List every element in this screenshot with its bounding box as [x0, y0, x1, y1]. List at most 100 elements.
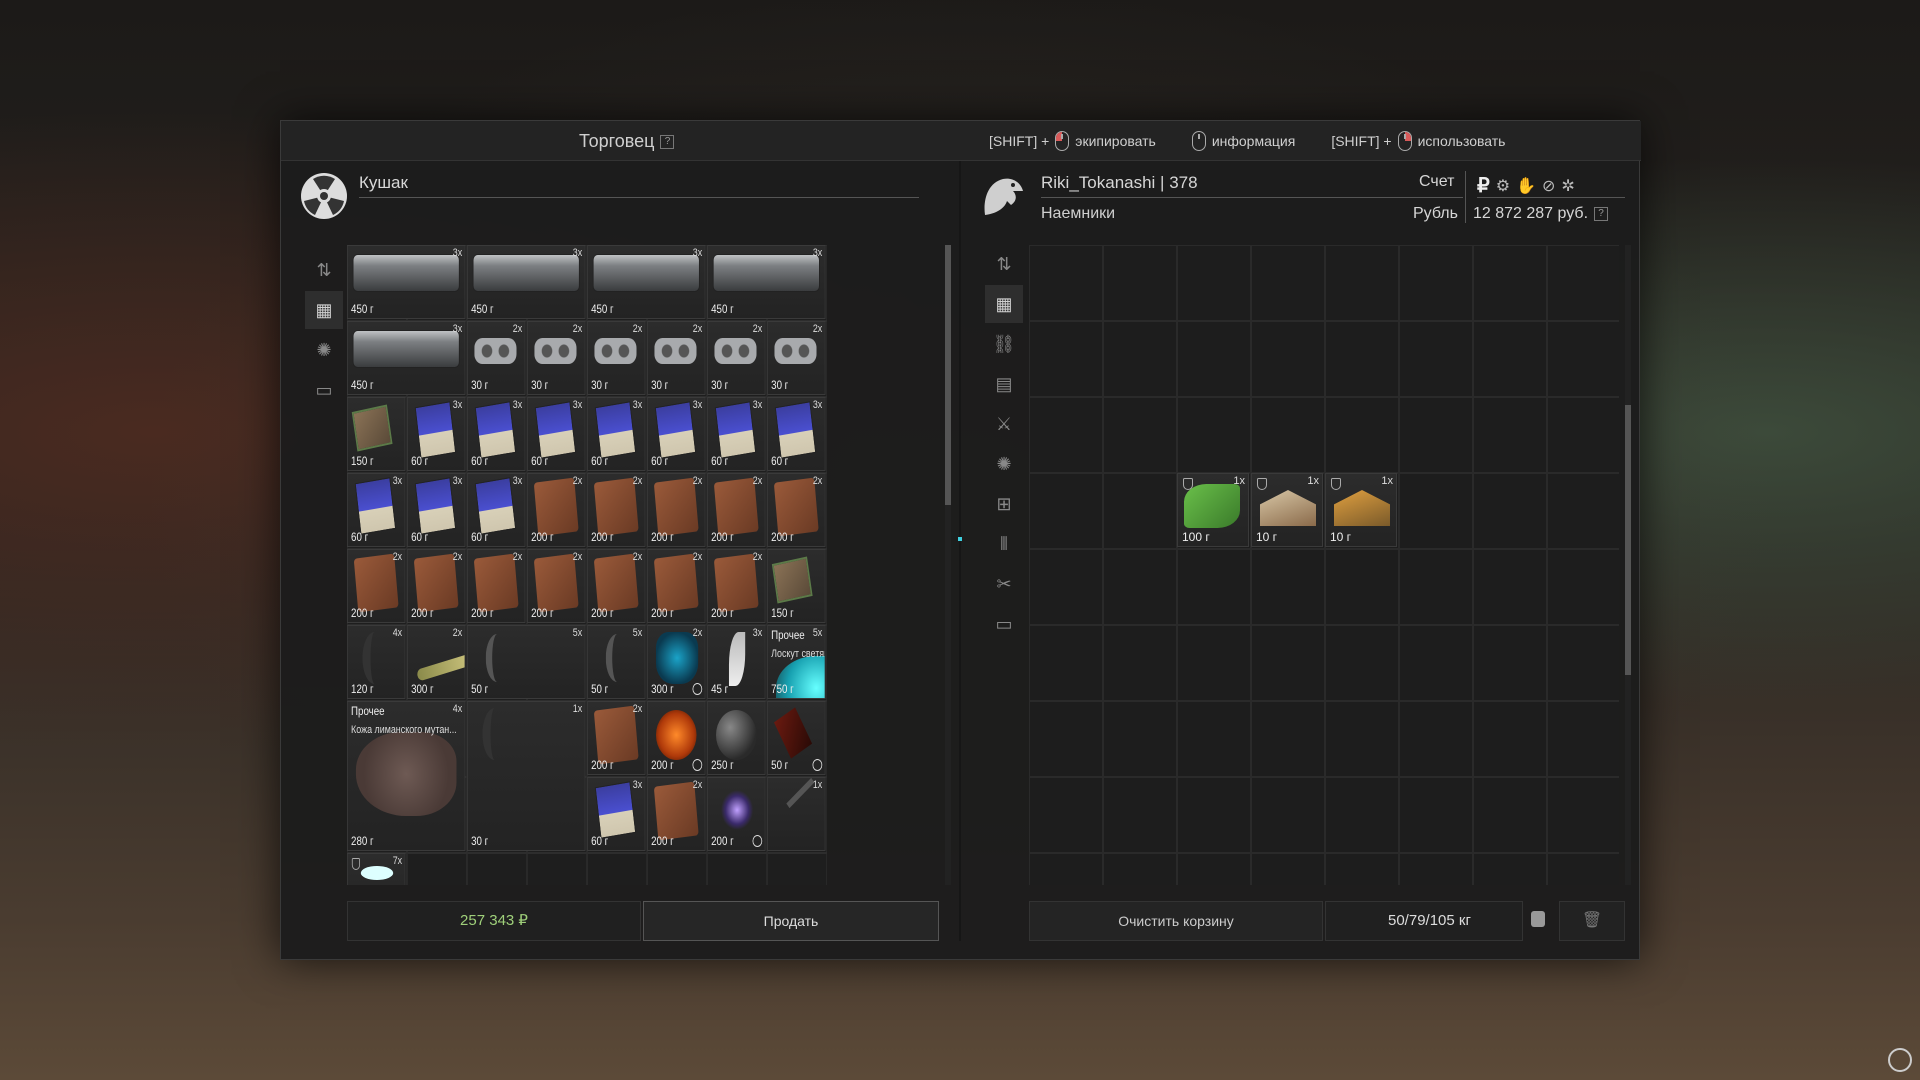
inventory-item[interactable]: 2x 200 г — [707, 549, 766, 623]
inventory-item[interactable]: 3x 45 г — [707, 625, 766, 699]
box-image — [352, 330, 460, 368]
inventory-item[interactable]: 2x 200 г — [527, 549, 586, 623]
clear-cart-button[interactable]: Очистить корзину — [1029, 901, 1323, 941]
inventory-item[interactable]: 150 г — [767, 549, 826, 623]
cart-cell — [1177, 625, 1251, 701]
box-image — [352, 254, 460, 292]
ammo-icon[interactable]: ⦀ — [985, 525, 1023, 563]
white-image — [360, 866, 394, 880]
inventory-item[interactable]: 3x 60 г — [767, 397, 826, 471]
grid-all-icon[interactable]: ▦ — [985, 285, 1023, 323]
balance-help-icon[interactable]: ? — [1594, 206, 1609, 221]
inventory-item[interactable]: 2x 200 г — [407, 549, 466, 623]
item-count: 4x — [452, 703, 463, 715]
inventory-item[interactable]: 200 г — [707, 777, 766, 851]
armor-icon[interactable]: ▤ — [985, 365, 1023, 403]
shield-icon — [1331, 478, 1341, 490]
item-count: 2x — [752, 323, 763, 335]
sort-icon[interactable]: ⇅ — [985, 245, 1023, 283]
medkit-icon[interactable]: ⊞ — [985, 485, 1023, 523]
inventory-item[interactable]: 2x 30 г — [707, 321, 766, 395]
inventory-item[interactable]: 7x — [347, 853, 406, 885]
sell-cart-grid[interactable]: 1x 100 г 1x 10 г 1x 10 г — [1029, 245, 1619, 885]
trader-scroll-thumb[interactable] — [945, 245, 951, 505]
inventory-item[interactable]: 2x 200 г — [587, 549, 646, 623]
cart-scrollbar[interactable] — [1625, 245, 1631, 885]
inventory-item[interactable]: 50 г — [767, 701, 826, 775]
inventory-item[interactable]: 3x 60 г — [467, 397, 526, 471]
inventory-item[interactable]: 3x 60 г — [647, 397, 706, 471]
inventory-item[interactable]: 3x 60 г — [467, 473, 526, 547]
inventory-item[interactable]: Прочее Лоскут светящейся кож... 5x 750 г — [767, 625, 826, 699]
inventory-item[interactable]: 2x 30 г — [527, 321, 586, 395]
inventory-item[interactable]: 3x 450 г — [467, 245, 586, 319]
trader-scrollbar[interactable] — [945, 245, 951, 885]
ruble-icon[interactable]: ₽ — [1477, 173, 1490, 198]
inventory-item[interactable]: 1x 100 г — [1177, 473, 1249, 547]
inventory-item[interactable]: 2x 200 г — [527, 473, 586, 547]
inventory-item[interactable]: 3x 60 г — [707, 397, 766, 471]
inventory-item[interactable]: 3x 450 г — [347, 321, 466, 395]
inventory-item[interactable]: 2x 200 г — [347, 549, 406, 623]
misc-filter-icon[interactable]: ▭ — [305, 371, 343, 409]
sort-icon[interactable]: ⇅ — [305, 251, 343, 289]
inventory-item[interactable]: 3x 450 г — [587, 245, 706, 319]
inventory-item[interactable]: 200 г — [647, 701, 706, 775]
inventory-item[interactable]: Прочее Кожа лиманского мутан... 4x 280 г — [347, 701, 466, 851]
inventory-item[interactable]: 3x 450 г — [707, 245, 826, 319]
inventory-item[interactable]: 2x 200 г — [587, 701, 646, 775]
inventory-item[interactable]: 3x 60 г — [587, 397, 646, 471]
trader-inventory-grid[interactable]: 3x 450 г 3x 450 г 3x 450 г 3x 450 г 3x 450 г 2x 30 … — [347, 245, 827, 885]
inventory-item[interactable]: 3x 60 г — [407, 397, 466, 471]
grid-all-icon[interactable]: ▦ — [305, 291, 343, 329]
artifact-filter-icon[interactable]: ✺ — [305, 331, 343, 369]
inventory-item[interactable]: 2x 200 г — [467, 549, 526, 623]
inventory-item[interactable]: 5x 50 г — [467, 625, 586, 699]
inventory-item[interactable]: 2x 30 г — [647, 321, 706, 395]
inventory-item[interactable]: 2x 200 г — [767, 473, 826, 547]
refresh-icon[interactable] — [1888, 1048, 1912, 1072]
tools-icon[interactable]: ✂ — [985, 565, 1023, 603]
inventory-item[interactable]: 2x 200 г — [707, 473, 766, 547]
badge-currency-icon[interactable]: ⊘ — [1542, 176, 1555, 196]
inventory-item[interactable]: 150 г — [347, 397, 406, 471]
inventory-item[interactable]: 2x 300 г — [647, 625, 706, 699]
inventory-item[interactable]: 1x 10 г — [1325, 473, 1397, 547]
trash-icon[interactable]: 🗑 — [1559, 901, 1625, 941]
inventory-item[interactable]: 250 г — [707, 701, 766, 775]
inventory-item[interactable]: 3x 60 г — [407, 473, 466, 547]
window-title-text: Торговец — [579, 131, 655, 151]
help-icon[interactable]: ? — [660, 135, 675, 150]
inventory-item[interactable]: 2x 30 г — [767, 321, 826, 395]
inventory-item[interactable]: 3x 60 г — [587, 777, 646, 851]
inventory-item[interactable]: 1x 10 г — [1251, 473, 1323, 547]
inventory-item[interactable]: 2x 300 г — [407, 625, 466, 699]
item-count: 1x — [1233, 475, 1245, 487]
inventory-item[interactable]: 2x 200 г — [587, 473, 646, 547]
inventory-item[interactable]: 3x 60 г — [347, 473, 406, 547]
misc-filter-icon[interactable]: ▭ — [985, 605, 1023, 643]
gear-currency-icon[interactable]: ⚙ — [1496, 176, 1510, 196]
artifact-filter-icon[interactable]: ✺ — [985, 445, 1023, 483]
inventory-item[interactable]: 2x 200 г — [647, 549, 706, 623]
inventory-item[interactable]: 4x 120 г — [347, 625, 406, 699]
cart-cell — [1325, 625, 1399, 701]
link-icon[interactable]: ⛓ — [985, 325, 1023, 363]
inventory-item[interactable]: 2x 30 г — [587, 321, 646, 395]
inventory-item[interactable]: 2x 200 г — [647, 473, 706, 547]
box-image — [712, 254, 820, 292]
inventory-item[interactable]: 1x 30 г — [467, 701, 586, 851]
weapon-icon[interactable]: ⚔ — [985, 405, 1023, 443]
orb-image — [716, 710, 757, 760]
sell-button[interactable]: Продать — [643, 901, 939, 941]
inventory-item[interactable]: 5x 50 г — [587, 625, 646, 699]
hand-currency-icon[interactable]: ✋ — [1516, 176, 1536, 196]
inventory-item[interactable]: 3x 60 г — [527, 397, 586, 471]
cog-currency-icon[interactable]: ✲ — [1561, 176, 1574, 196]
item-count: 2x — [812, 475, 823, 487]
inventory-item[interactable]: 3x 450 г — [347, 245, 466, 319]
cart-scroll-thumb[interactable] — [1625, 405, 1631, 675]
inventory-item[interactable]: 2x 30 г — [467, 321, 526, 395]
inventory-item[interactable]: 1x — [767, 777, 826, 851]
inventory-item[interactable]: 2x 200 г — [647, 777, 706, 851]
